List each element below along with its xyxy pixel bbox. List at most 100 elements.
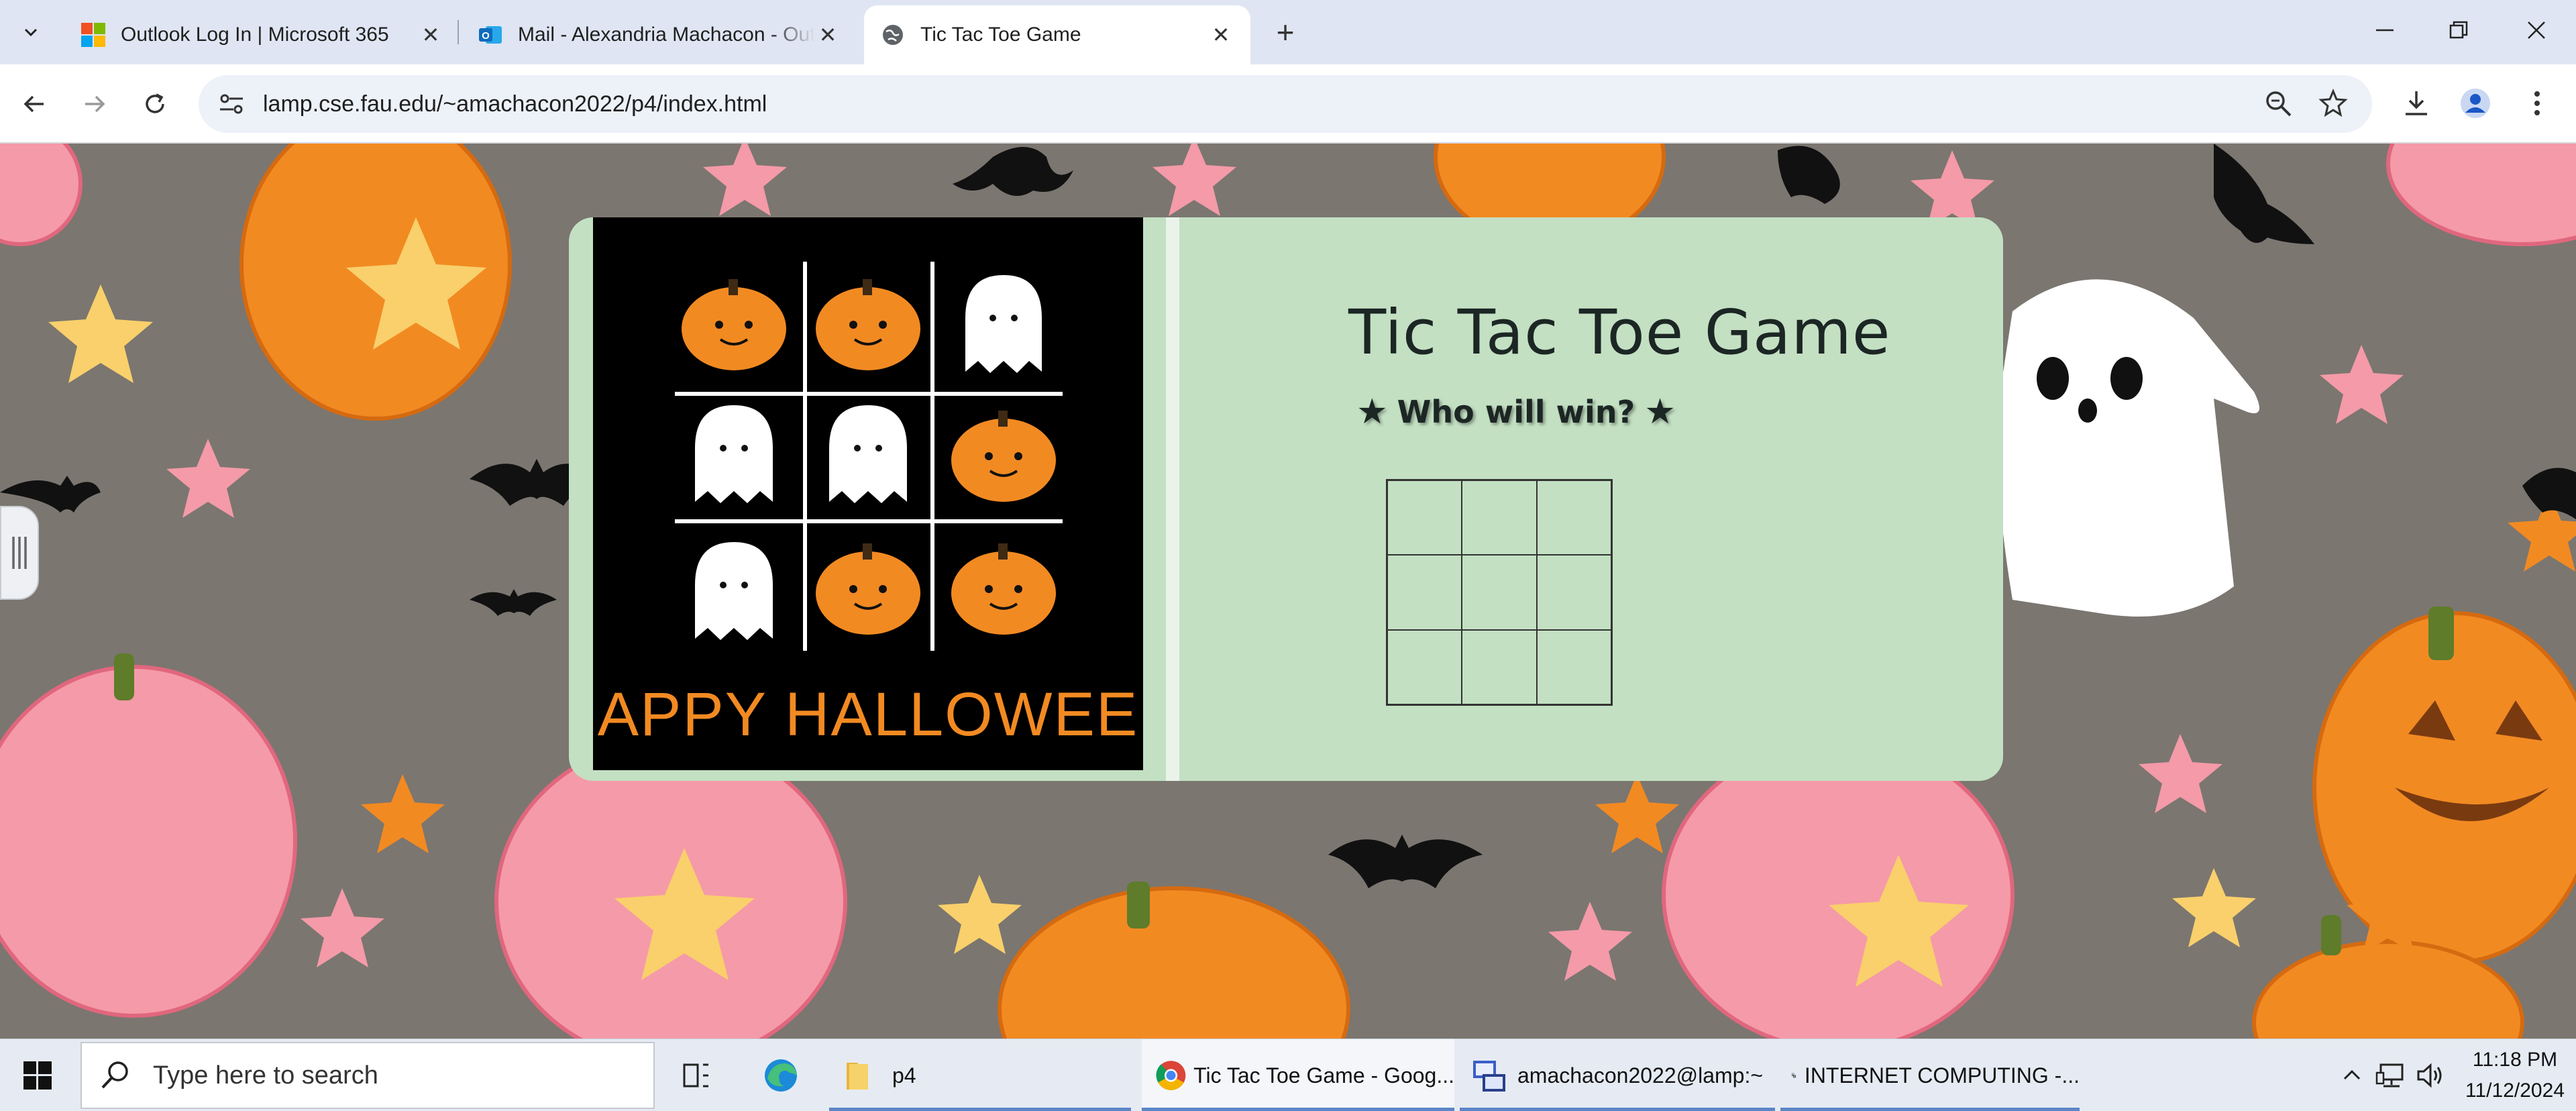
ghost-icon [965, 275, 1042, 373]
windows-logo-icon [23, 1061, 52, 1090]
browser-tab-strip: Outlook Log In | Microsoft 365 ✕ O Mail … [0, 0, 2576, 64]
arrow-left-icon [23, 95, 44, 113]
subtitle-text: Who will win? [1397, 394, 1635, 430]
bookmark-button[interactable] [2313, 83, 2353, 123]
profile-button[interactable] [2455, 83, 2496, 123]
board-cell-6[interactable] [1536, 555, 1611, 630]
task-view-icon [683, 1063, 708, 1088]
forward-button[interactable] [74, 83, 115, 125]
taskbar-item-label: INTERNET COMPUTING -... [1804, 1063, 2080, 1088]
subtitle: ★ Who will win? ★ [1347, 392, 1685, 432]
taskbar-item-terminal[interactable]: amachacon2022@lamp:~ [1460, 1039, 1775, 1111]
tab-search-button[interactable] [12, 16, 50, 48]
grip-icon [12, 537, 27, 569]
downloads-button[interactable] [2396, 83, 2436, 123]
menu-button[interactable] [2517, 83, 2557, 123]
edge-button[interactable] [754, 1039, 808, 1111]
system-clock[interactable]: 11:18 PM 11/12/2024 [2458, 1039, 2572, 1111]
network-icon [2375, 1063, 2404, 1088]
outlook-icon: O [479, 26, 502, 44]
board-cell-5[interactable] [1462, 555, 1537, 630]
board-cell-9[interactable] [1536, 629, 1611, 704]
board-cell-3[interactable] [1536, 480, 1611, 556]
taskbar-item-chrome[interactable]: Tic Tac Toe Game - Goog... [1142, 1039, 1454, 1111]
board-cell-8[interactable] [1462, 629, 1537, 704]
restore-button[interactable] [2419, 0, 2498, 60]
tab-title: Outlook Log In | Microsoft 365 [121, 23, 389, 46]
game-card: HAPPY HALLOWEEN Tic Tac Toe Game ★ Who w… [569, 217, 2003, 781]
zoom-button[interactable] [2258, 83, 2298, 123]
board-cell-2[interactable] [1462, 480, 1537, 556]
speaker-icon [2417, 1063, 2442, 1088]
ghost-icon [695, 542, 773, 640]
active-underline [829, 1108, 1131, 1111]
side-panel-handle[interactable] [0, 506, 39, 600]
star-icon: ★ [1356, 392, 1388, 432]
star-icon: ★ [1644, 392, 1676, 432]
tab-outlook-mail[interactable]: O Mail - Alexandria Machacon - Outlook ✕ [462, 5, 857, 64]
search-placeholder: Type here to search [153, 1061, 378, 1090]
close-icon [2528, 21, 2545, 39]
close-window-button[interactable] [2497, 0, 2576, 60]
star-outline-icon [2318, 89, 2348, 117]
microsoft-logo-icon [81, 23, 105, 47]
terminal-icon [1473, 1061, 1505, 1092]
ghost-icon [829, 405, 907, 503]
tab-tic-tac-toe[interactable]: Tic Tac Toe Game ✕ [864, 5, 1250, 64]
chevron-down-icon [24, 28, 38, 37]
chevron-up-icon [2343, 1069, 2361, 1080]
active-underline [1142, 1108, 1454, 1111]
folder-icon [847, 1063, 868, 1090]
tic-tac-toe-board [1386, 479, 1613, 706]
clock-date: 11/12/2024 [2465, 1079, 2565, 1102]
browser-toolbar: lamp.cse.fau.edu/~amachacon2022/p4/index… [0, 64, 2576, 144]
task-view-button[interactable] [671, 1039, 722, 1111]
avatar-icon [2461, 89, 2490, 118]
volume-button[interactable] [2412, 1039, 2449, 1111]
board-cell-1[interactable] [1387, 480, 1462, 556]
taskbar-search-box[interactable]: Type here to search [80, 1042, 655, 1109]
close-icon[interactable]: ✕ [1208, 21, 1234, 48]
active-underline [1780, 1108, 2080, 1111]
ghost-icon [695, 405, 773, 503]
taskbar-item-label: Tic Tac Toe Game - Goog... [1193, 1063, 1454, 1088]
restore-icon [2449, 21, 2468, 39]
close-icon[interactable]: ✕ [814, 21, 841, 48]
tab-outlook-login[interactable]: Outlook Log In | Microsoft 365 ✕ [64, 5, 460, 64]
board-cell-7[interactable] [1387, 629, 1462, 704]
url-text: lamp.cse.fau.edu/~amachacon2022/p4/index… [263, 91, 767, 117]
minimize-icon [2376, 29, 2394, 32]
tab-separator [458, 20, 459, 44]
globe-icon [883, 25, 903, 45]
web-page: HAPPY HALLOWEEN Tic Tac Toe Game ★ Who w… [0, 144, 2576, 1039]
reload-button[interactable] [134, 83, 176, 125]
close-icon[interactable]: ✕ [417, 21, 444, 48]
kebab-menu-icon [2534, 91, 2540, 115]
board-cell-4[interactable] [1387, 555, 1462, 630]
site-info-icon[interactable] [216, 89, 247, 119]
plus-icon: + [1276, 15, 1295, 50]
chrome-icon [1156, 1061, 1186, 1090]
taskbar-item-internet-computing[interactable]: INTERNET COMPUTING -... [1780, 1039, 2080, 1111]
taskbar-item-label: amachacon2022@lamp:~ [1517, 1063, 1764, 1088]
zoom-out-icon [2266, 91, 2292, 117]
taskbar-item-p4-folder[interactable]: p4 [829, 1039, 1131, 1111]
edge-icon [765, 1059, 797, 1092]
arrow-right-icon [85, 95, 105, 113]
tab-title: Mail - Alexandria Machacon - Outlook [518, 23, 814, 46]
start-button[interactable] [0, 1039, 75, 1111]
tab-title: Tic Tac Toe Game [920, 23, 1081, 46]
network-status-button[interactable] [2372, 1039, 2408, 1111]
address-bar[interactable]: lamp.cse.fau.edu/~amachacon2022/p4/index… [199, 75, 2372, 133]
minimize-button[interactable] [2345, 0, 2424, 60]
back-button[interactable] [13, 83, 55, 125]
page-title: Tic Tac Toe Game [1348, 297, 1891, 368]
active-underline [1460, 1108, 1775, 1111]
reload-icon [146, 93, 164, 113]
svg-text:O: O [482, 30, 490, 42]
search-icon [101, 1061, 128, 1089]
new-tab-button[interactable]: + [1268, 15, 1303, 50]
show-hidden-icons-button[interactable] [2337, 1039, 2367, 1111]
windows-taskbar: Type here to search p4 Tic Tac Toe Game … [0, 1039, 2576, 1111]
clock-time: 11:18 PM [2472, 1049, 2558, 1071]
